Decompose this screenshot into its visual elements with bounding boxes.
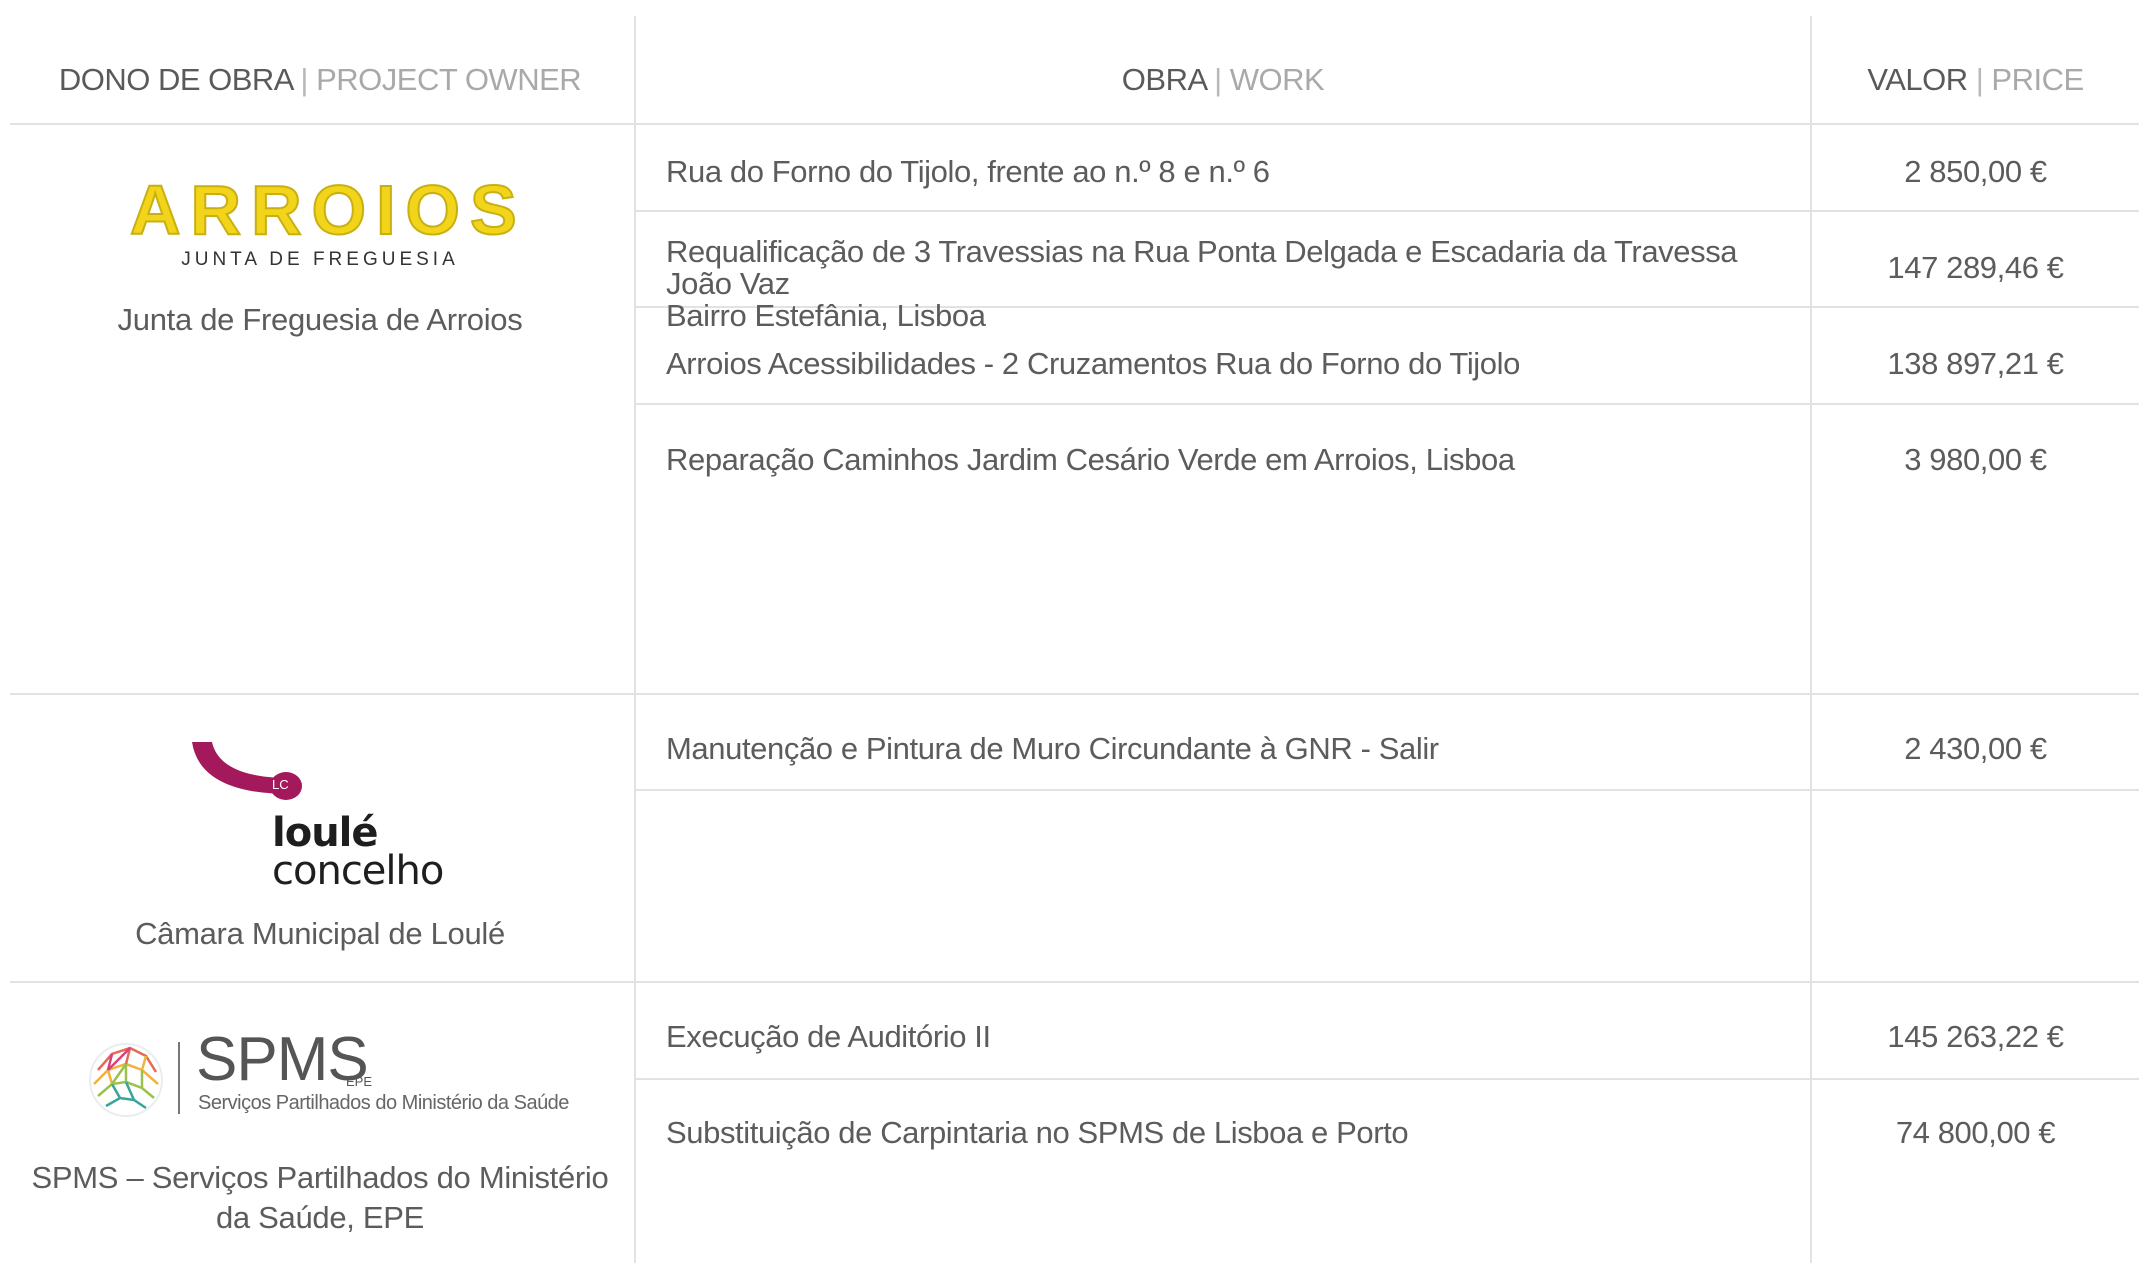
header-work-main: OBRA — [1121, 62, 1207, 97]
header-work-sub: WORK — [1229, 62, 1325, 97]
owner-name-loule: Câmara Municipal de Loulé — [135, 916, 505, 951]
row-divider — [636, 403, 2139, 405]
spms-logo-wordmark: SPMS — [196, 1025, 369, 1094]
network-globe-icon — [89, 1043, 163, 1117]
arroios-logo-subtitle: JUNTA DE FREGUESIA — [181, 249, 459, 270]
work-price: 2 850,00 € — [1904, 154, 2047, 189]
work-price: 145 263,22 € — [1887, 1019, 2064, 1054]
work-price: 2 430,00 € — [1904, 731, 2047, 766]
work-price: 74 800,00 € — [1895, 1115, 2056, 1150]
header-owner-main: DONO DE OBRA — [58, 62, 293, 97]
group-divider — [10, 693, 2139, 695]
arroios-logo-wordmark: ARROIOS — [129, 171, 527, 249]
work-title: Rua do Forno do Tijolo, frente ao n.º 8 … — [666, 154, 1270, 189]
work-title-line: Requalificação de 3 Travessias na Rua Po… — [666, 234, 1738, 301]
work-title: Manutenção e Pintura de Muro Circundante… — [666, 731, 1439, 766]
work-title: Arroios Acessibilidades - 2 Cruzamentos … — [666, 346, 1520, 381]
row-divider — [636, 789, 2139, 791]
work-price: 3 980,00 € — [1904, 442, 2047, 477]
work-price: 147 289,46 € — [1887, 250, 2064, 285]
loule-arc-icon — [192, 742, 302, 800]
header-owner-separator: | — [300, 62, 308, 97]
work-price: 138 897,21 € — [1887, 346, 2064, 381]
owner-name-arroios: Junta de Freguesia de Arroios — [117, 302, 523, 337]
column-divider-work-price — [1810, 16, 1812, 1263]
work-title-line: Bairro Estefânia, Lisboa — [666, 298, 986, 333]
loule-logo-badge: LC — [272, 777, 289, 792]
work-title: Execução de Auditório II — [666, 1019, 991, 1054]
spms-logo-divider — [178, 1042, 180, 1114]
header-work: OBRA | WORK — [636, 60, 1810, 100]
column-divider-owner-work — [634, 16, 636, 1263]
row-divider — [636, 1078, 2139, 1080]
header-price: VALOR | PRICE — [1812, 60, 2139, 100]
work-title: Reparação Caminhos Jardim Cesário Verde … — [666, 442, 1515, 477]
row-divider — [636, 210, 2139, 212]
owner-name-spms: SPMS – Serviços Partilhados do Ministéri… — [10, 1158, 630, 1238]
owner-name-line: SPMS – Serviços Partilhados do Ministéri… — [31, 1160, 609, 1195]
loule-logo-word2: concelho — [272, 848, 444, 894]
header-price-separator: | — [1975, 62, 1984, 97]
owner-name-line: da Saúde, EPE — [215, 1200, 425, 1235]
spms-logo-subtitle: Serviços Partilhados do Ministério da Sa… — [198, 1092, 569, 1114]
header-price-sub: PRICE — [1991, 62, 2084, 97]
work-title: Substituição de Carpintaria no SPMS de L… — [666, 1115, 1409, 1150]
header-price-main: VALOR — [1867, 62, 1968, 97]
header-divider — [10, 123, 2139, 125]
spms-logo-epe: EPE — [346, 1074, 373, 1089]
group-divider — [10, 981, 2139, 983]
header-owner-sub: PROJECT OWNER — [316, 62, 582, 97]
work-title: Requalificação de 3 Travessias na Rua Po… — [666, 236, 1786, 332]
header-work-separator: | — [1214, 62, 1222, 97]
header-owner: DONO DE OBRA | PROJECT OWNER — [10, 60, 630, 100]
